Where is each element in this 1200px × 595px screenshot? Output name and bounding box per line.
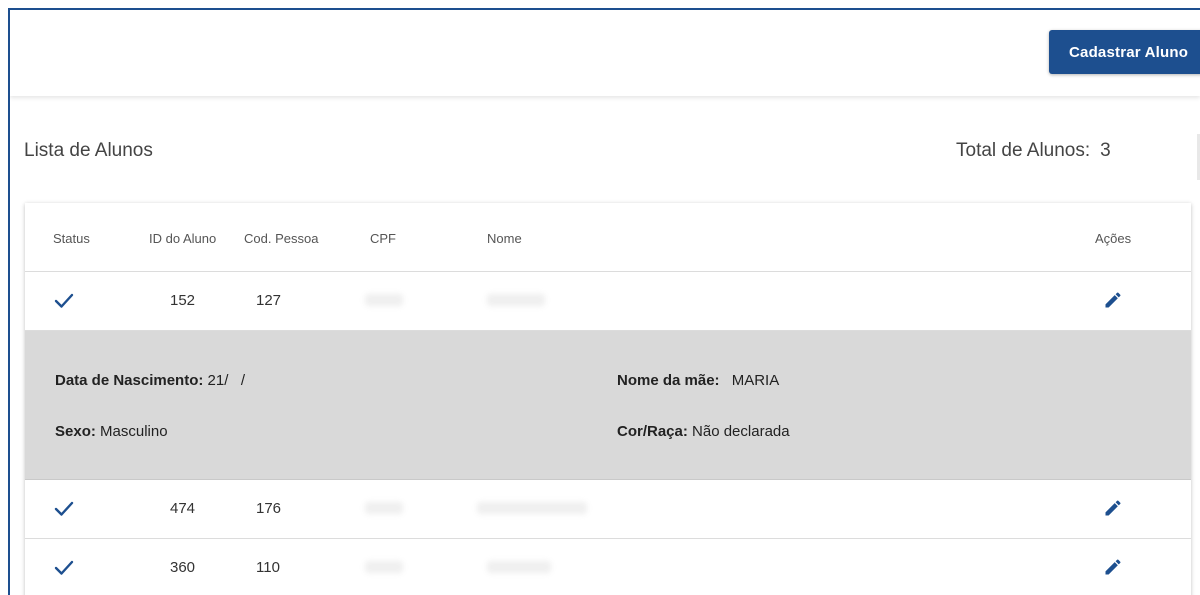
table-row[interactable]: 360 110 [25, 539, 1191, 595]
column-header-actions: Ações [1095, 231, 1132, 246]
mother-name-label: Nome da mãe: [617, 372, 720, 389]
student-list-panel: Lista de Alunos Total de Alunos: 3 Status… [10, 96, 1200, 595]
sex-field: Sexo: Masculino [55, 423, 168, 440]
birth-date-label: Data de Nascimento: [55, 372, 204, 389]
person-code-cell: 176 [256, 500, 282, 517]
check-icon [54, 293, 74, 308]
register-student-button[interactable]: Cadastrar Aluno [1049, 30, 1200, 74]
total-students: Total de Alunos: 3 [956, 140, 1111, 162]
name-cell-redacted [487, 294, 545, 306]
table-header-row: Status ID do Aluno Cod. Pessoa CPF Nome … [25, 203, 1191, 272]
race-label: Cor/Raça: [617, 423, 688, 440]
students-table: Status ID do Aluno Cod. Pessoa CPF Nome … [25, 203, 1191, 595]
person-code-cell: 110 [256, 559, 280, 576]
name-cell-redacted [477, 502, 587, 514]
student-detail-panel: Data de Nascimento: 21/ / Nome da mãe: M… [25, 331, 1191, 480]
sex-value: Masculino [100, 423, 168, 440]
total-students-label: Total de Alunos: [956, 140, 1091, 161]
table-row[interactable]: 474 176 [25, 480, 1191, 539]
race-value: Não declarada [692, 423, 790, 440]
student-id-cell: 474 [170, 500, 196, 517]
student-id-cell: 152 [170, 292, 196, 309]
table-row[interactable]: 152 127 [25, 272, 1191, 331]
column-header-status[interactable]: Status [53, 231, 90, 246]
pencil-edit-icon[interactable] [1103, 290, 1123, 310]
mother-name-value: MARIA [731, 372, 780, 389]
column-header-cpf[interactable]: CPF [370, 231, 396, 246]
birth-date-value: 21/ / [207, 372, 246, 389]
birth-date-field: Data de Nascimento: 21/ / [55, 372, 245, 389]
cpf-cell-redacted [365, 294, 403, 306]
cpf-cell-redacted [365, 561, 403, 573]
total-students-count: 3 [1100, 140, 1111, 161]
person-code-cell: 127 [256, 292, 282, 309]
cpf-cell-redacted [365, 502, 403, 514]
column-header-student-id[interactable]: ID do Aluno [149, 231, 216, 246]
app-frame: Cadastrar Aluno Lista de Alunos Total de… [8, 8, 1200, 595]
sex-label: Sexo: [55, 423, 96, 440]
mother-name-field: Nome da mãe: MARIA [617, 372, 779, 389]
student-id-cell: 360 [170, 559, 196, 576]
check-icon [54, 560, 74, 575]
pencil-edit-icon[interactable] [1103, 498, 1123, 518]
page-title: Lista de Alunos [24, 140, 153, 161]
name-cell-redacted [487, 561, 551, 573]
column-header-person-code[interactable]: Cod. Pessoa [244, 231, 318, 246]
top-toolbar: Cadastrar Aluno [10, 10, 1200, 96]
race-field: Cor/Raça: Não declarada [617, 423, 790, 440]
check-icon [54, 501, 74, 516]
column-header-name[interactable]: Nome [487, 231, 522, 246]
pencil-edit-icon[interactable] [1103, 557, 1123, 577]
